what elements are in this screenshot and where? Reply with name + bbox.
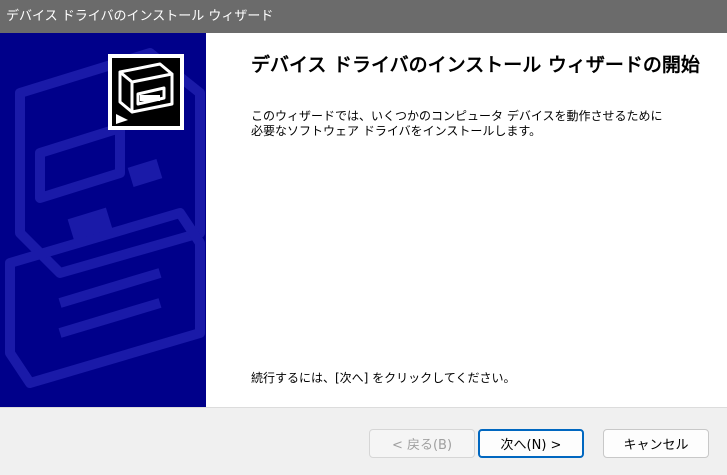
- wizard-description: このウィザードでは、いくつかのコンピュータ デバイスを動作させるために 必要なソ…: [251, 109, 711, 139]
- continue-instruction: 続行するには、[次へ] をクリックしてください。: [251, 371, 516, 385]
- title-bar[interactable]: デバイス ドライバのインストール ウィザード: [0, 0, 727, 33]
- wizard-side-panel: [0, 33, 206, 407]
- next-button[interactable]: 次へ(N) >: [478, 429, 584, 458]
- description-line: 必要なソフトウェア ドライバをインストールします。: [251, 124, 542, 138]
- hardware-install-icon: [108, 54, 184, 130]
- description-line: このウィザードでは、いくつかのコンピュータ デバイスを動作させるために: [251, 109, 663, 123]
- wizard-heading: デバイス ドライバのインストール ウィザードの開始: [251, 54, 700, 76]
- back-button[interactable]: < 戻る(B): [369, 429, 475, 458]
- window-title: デバイス ドライバのインストール ウィザード: [6, 9, 274, 24]
- wizard-content: デバイス ドライバのインストール ウィザードの開始 このウィザードでは、いくつか…: [206, 33, 727, 407]
- wizard-window: デバイス ドライバのインストール ウィザード デバイス ドライバのインストール …: [0, 0, 727, 475]
- cancel-button[interactable]: キャンセル: [603, 429, 709, 458]
- button-bar: < 戻る(B) 次へ(N) > キャンセル: [0, 407, 727, 475]
